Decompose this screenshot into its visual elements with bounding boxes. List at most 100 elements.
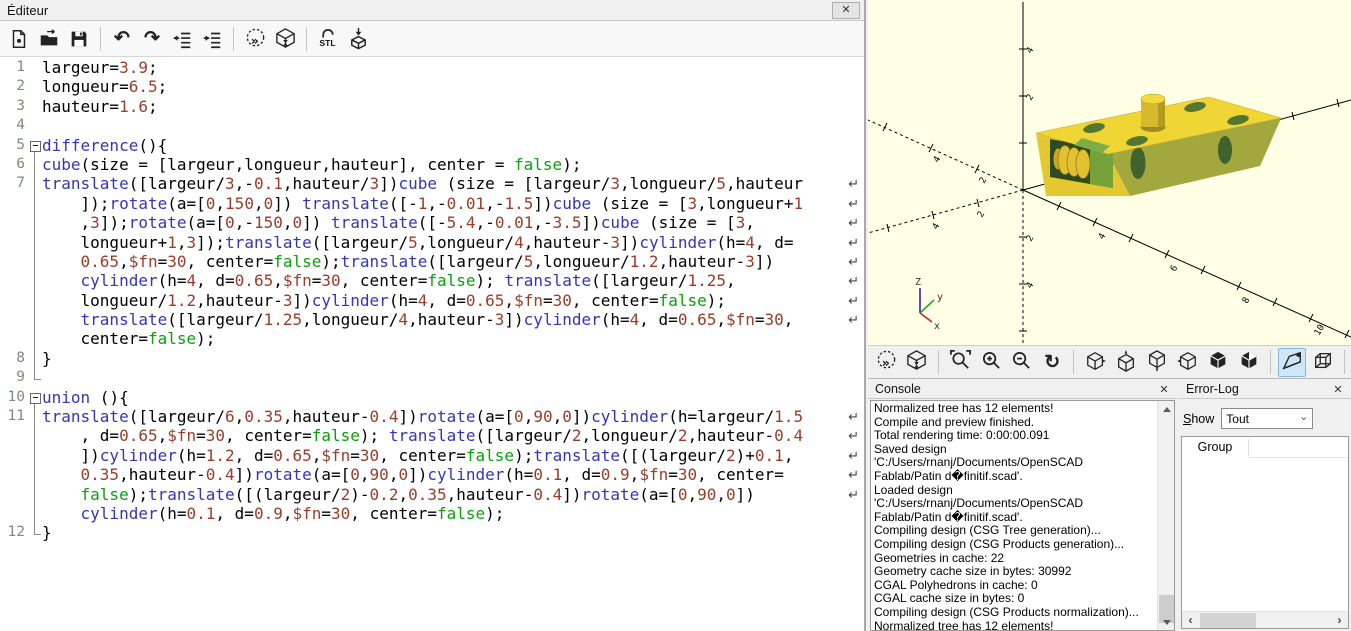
console-body: Normalized tree has 12 elements!Compile … [870, 400, 1175, 631]
viewport-canvas: 4 6 8 10 2 4 2 4 2 4 2 4 [868, 0, 1351, 345]
scroll-down-arrow[interactable] [1158, 614, 1175, 630]
code-row: 11translate([largeur/6,0.35,hauteur-0.4]… [0, 407, 864, 426]
errorlog-hscrollbar[interactable]: ‹ › [1182, 611, 1348, 628]
errorlog-close-button[interactable]: ✕ [1329, 381, 1347, 397]
fold-margin [28, 271, 42, 290]
scroll-up-arrow[interactable] [1158, 401, 1175, 417]
code-editor[interactable]: 1largeur=3.9;2longueur=6.5;3hauteur=1.6;… [0, 58, 864, 631]
viewport-3d[interactable]: 4 6 8 10 2 4 2 4 2 4 2 4 [868, 0, 1351, 345]
svg-text:4: 4 [1097, 232, 1108, 242]
console-line: Normalized tree has 12 elements! [874, 402, 1156, 416]
svg-text:4: 4 [1025, 281, 1036, 291]
code-row: longueur/1.2,hauteur-3])cylinder(h=4, d=… [0, 291, 864, 310]
code-text: ,3]);rotate(a=[0,-150,0]) translate([-5.… [42, 213, 864, 232]
code-row: cylinder(h=4, d=0.65,$fn=30, center=fals… [0, 271, 864, 290]
unindent-button[interactable] [167, 24, 197, 54]
export-stl-button[interactable]: STL [313, 24, 343, 54]
view-back-button[interactable] [1234, 348, 1263, 377]
scrollbar-thumb[interactable] [1200, 613, 1256, 628]
render-button[interactable] [903, 348, 932, 377]
zoom-in-button[interactable] [977, 348, 1006, 377]
svg-text:Z: Z [915, 277, 921, 288]
header-underline [1249, 457, 1348, 458]
indent-icon [201, 28, 223, 50]
code-text: translate([largeur/3,-0.1,hauteur/3])cub… [42, 174, 864, 193]
code-row: 6cube(size = [largeur,longueur,hauteur],… [0, 155, 864, 174]
console-title: Console [875, 382, 921, 396]
svg-text:x: x [934, 321, 940, 332]
view-orthogonal-button[interactable] [1308, 348, 1337, 377]
fold-margin [28, 407, 42, 426]
close-icon: ✕ [1333, 384, 1342, 396]
svg-text:2: 2 [978, 176, 989, 186]
code-row: 8} [0, 349, 864, 368]
toolbar-separator [1344, 350, 1345, 374]
console-line: Compiling design (CSG Tree generation)..… [874, 524, 1156, 538]
editor-close-button[interactable]: ✕ [832, 2, 860, 19]
errorlog-filter-row: Show Tout ⌄ [1183, 408, 1313, 429]
scroll-left-arrow[interactable]: ‹ [1182, 612, 1199, 629]
close-icon: ✕ [841, 4, 850, 16]
open-file-button[interactable] [34, 24, 64, 54]
undo-icon: ↶ [114, 29, 130, 48]
fold-margin [28, 426, 42, 445]
indent-button[interactable] [197, 24, 227, 54]
column-header-group[interactable]: Group [1182, 437, 1248, 458]
errorlog-filter-select[interactable]: Tout ⌄ [1221, 408, 1313, 429]
zoom-out-button[interactable] [1007, 348, 1036, 377]
print-3d-button[interactable] [343, 24, 373, 54]
console-line: Geometries in cache: 22 [874, 552, 1156, 566]
view-right-button[interactable] [1081, 348, 1110, 377]
code-text: ]);rotate(a=[0,150,0]) translate([-1,-0.… [42, 194, 864, 213]
wrap-marker-icon: ↵ [848, 292, 859, 311]
view-front-button[interactable] [1204, 348, 1233, 377]
console-line: Loaded design 'C:/Users/rnanj/Documents/… [874, 484, 1156, 511]
code-row: 3hauteur=1.6; [0, 97, 864, 116]
view-left-button[interactable] [1173, 348, 1202, 377]
preview-button[interactable]: » [240, 24, 270, 54]
new-file-button[interactable] [4, 24, 34, 54]
errorlog-table-header[interactable]: Group [1182, 437, 1348, 458]
redo-icon: ↷ [144, 29, 160, 48]
axis-gizmo: Z y x [915, 277, 943, 332]
code-text: ])cylinder(h=1.2, d=0.65,$fn=30, center=… [42, 446, 864, 465]
editor-toolbar: ↶ ↷ » STL [0, 21, 864, 57]
redo-button[interactable]: ↷ [137, 24, 167, 54]
fold-margin [28, 213, 42, 232]
view-top-button[interactable] [1112, 348, 1141, 377]
code-text: union (){ [42, 388, 864, 407]
unindent-icon [171, 28, 193, 50]
view-bottom-icon [1146, 350, 1168, 375]
fold-toggle[interactable] [28, 136, 42, 155]
fold-margin [28, 349, 42, 368]
render-button[interactable] [270, 24, 300, 54]
zoom-out-icon [1010, 349, 1033, 375]
view-front-icon [1207, 350, 1229, 375]
view-bottom-button[interactable] [1143, 348, 1172, 377]
save-button[interactable] [64, 24, 94, 54]
fold-margin [28, 329, 42, 348]
reset-view-button[interactable]: ↻ [1038, 348, 1067, 377]
preview-button[interactable]: » [872, 348, 901, 377]
code-text: 0.35,hauteur-0.4])rotate(a=[0,90,0])cyli… [42, 465, 864, 484]
console-close-button[interactable]: ✕ [1155, 381, 1173, 397]
line-number: 6 [0, 155, 28, 174]
console-panel: Console ✕ Normalized tree has 12 element… [868, 380, 1177, 631]
code-row: ])cylinder(h=1.2, d=0.65,$fn=30, center=… [0, 446, 864, 465]
console-scrollbar[interactable] [1157, 401, 1174, 630]
svg-text:2: 2 [1025, 234, 1036, 244]
fold-toggle[interactable] [28, 388, 42, 407]
zoom-all-button[interactable] [946, 348, 975, 377]
zoom-all-icon [949, 349, 972, 375]
view-back-icon [1238, 350, 1260, 375]
toolbar-separator [233, 27, 234, 51]
code-text: cylinder(h=0.1, d=0.9,$fn=30, center=fal… [42, 504, 864, 523]
line-number: 1 [0, 58, 28, 77]
code-text: longueur=6.5; [42, 77, 864, 96]
line-number [0, 271, 28, 290]
fold-margin [28, 233, 42, 252]
scroll-right-arrow[interactable]: › [1331, 612, 1348, 629]
view-perspective-button[interactable] [1278, 348, 1307, 377]
toolbar-separator [1073, 350, 1074, 374]
undo-button[interactable]: ↶ [107, 24, 137, 54]
